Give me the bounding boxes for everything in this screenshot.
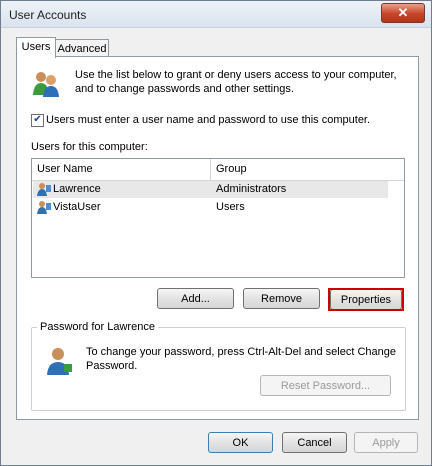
group-cell: Administrators [216,183,287,195]
group-cell: Users [216,201,245,213]
apply-button[interactable]: Apply [354,432,418,453]
tab-users[interactable]: Users [16,37,56,58]
remove-user-button[interactable]: Remove [243,288,320,309]
ok-button[interactable]: OK [208,432,273,453]
cancel-button[interactable]: Cancel [282,432,347,453]
user-accounts-window: User Accounts ✕ Users Advanced Use the l… [0,0,432,466]
require-password-checkbox[interactable]: ✔ [31,114,44,127]
table-row[interactable]: Lawrence Administrators [33,181,388,198]
password-group-title: Password for Lawrence [37,321,158,333]
close-icon: ✕ [397,5,409,20]
users-list-label: Users for this computer: [31,141,148,153]
properties-button[interactable]: Properties [330,289,402,310]
checkmark-icon: ✔ [33,114,42,125]
add-user-button[interactable]: Add... [157,288,234,309]
users-list[interactable]: User Name Group Lawrence Administrators [31,158,405,278]
column-header-user-name[interactable]: User Name [32,159,211,180]
user-icon [37,182,51,199]
user-name-cell: Lawrence [53,183,101,195]
users-icon [31,69,61,97]
intro-line-2: and to change passwords and other settin… [75,83,294,95]
window-title: User Accounts [9,8,87,22]
password-instruction-line-1: To change your password, press Ctrl-Alt-… [86,346,396,358]
require-password-label[interactable]: Users must enter a user name and passwor… [46,114,370,126]
reset-password-button[interactable]: Reset Password... [260,375,391,396]
column-header-group[interactable]: Group [211,159,404,180]
title-bar[interactable]: User Accounts ✕ [1,1,431,28]
password-instruction-line-2: Password. [86,360,138,372]
user-name-cell: VistaUser [53,201,101,213]
user-password-icon [44,346,74,376]
intro-line-1: Use the list below to grant or deny user… [75,69,397,81]
table-row[interactable]: VistaUser Users [33,199,388,216]
list-header: User Name Group [32,159,404,181]
user-icon [37,200,51,217]
close-button[interactable]: ✕ [381,3,425,23]
